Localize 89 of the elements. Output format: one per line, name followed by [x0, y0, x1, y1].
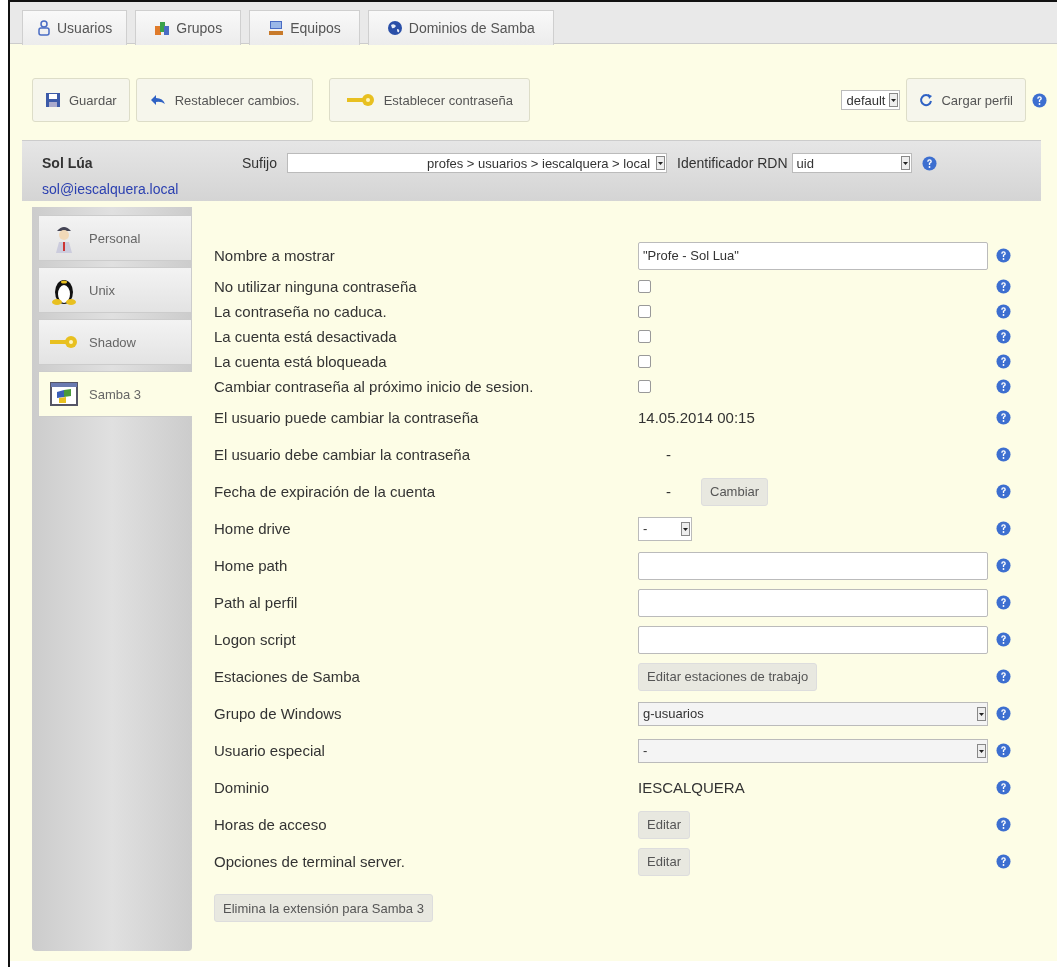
suffix-label: Sufijo: [242, 155, 278, 171]
help-icon[interactable]: [995, 854, 1011, 869]
help-icon[interactable]: [995, 354, 1011, 369]
edit-button[interactable]: Editar: [638, 810, 690, 839]
field-label: Dominio: [214, 779, 271, 796]
field-label: Estaciones de Samba: [214, 668, 361, 685]
checkbox[interactable]: [638, 280, 651, 293]
field-label: No utilizar ninguna contraseña: [214, 278, 418, 295]
help-icon[interactable]: [921, 155, 937, 171]
text-field[interactable]: [638, 551, 988, 580]
field-label: El usuario puede cambiar la contraseña: [214, 409, 480, 426]
dropdown-select[interactable]: g-usuarios: [638, 701, 988, 726]
text-field[interactable]: "Profe - Sol Lua": [638, 241, 988, 270]
group-icon: [154, 20, 171, 36]
field-label: La cuenta está bloqueada: [214, 353, 388, 370]
key-icon: [49, 335, 79, 349]
load-profile-button[interactable]: Cargar perfil: [906, 78, 1026, 122]
checkbox[interactable]: [638, 305, 651, 318]
window-icon: [50, 382, 78, 406]
help-icon[interactable]: [995, 817, 1011, 832]
field-label: La cuenta está desactivada: [214, 328, 398, 345]
change-button[interactable]: Cambiar: [701, 477, 769, 506]
globe-icon: [386, 20, 403, 36]
navigation-tab[interactable]: Usuarios: [22, 10, 128, 45]
help-icon[interactable]: [995, 279, 1011, 294]
help-icon[interactable]: [995, 706, 1011, 721]
navigation-tab[interactable]: Dominios de Samba: [367, 10, 554, 45]
computer-icon: [268, 20, 285, 36]
help-icon[interactable]: [995, 379, 1011, 394]
profile-select[interactable]: default: [841, 90, 901, 110]
field-label: Fecha de expiración de la cuenta: [214, 483, 436, 500]
toolbar-button[interactable]: Restablecer cambios.: [135, 78, 313, 122]
field-label: Usuario especial: [214, 742, 326, 759]
module-tab[interactable]: Unix: [38, 267, 192, 313]
user-name: Sol Lúa: [42, 155, 94, 171]
help-icon[interactable]: [995, 780, 1011, 795]
navigation-tab[interactable]: Equipos: [249, 10, 360, 45]
help-icon[interactable]: [995, 521, 1011, 536]
field-value: IESCALQUERA: [638, 779, 745, 796]
field-label: Nombre a mostrar: [214, 247, 336, 264]
field-label: Grupo de Windows: [214, 705, 343, 722]
field-label: Cambiar contraseña al próximo inicio de sesion.: [214, 378, 535, 395]
field-label: El usuario debe cambiar la contraseña: [214, 446, 471, 463]
help-icon[interactable]: [995, 304, 1011, 319]
checkbox[interactable]: [638, 330, 651, 343]
help-icon[interactable]: [995, 447, 1011, 462]
users-icon: [37, 20, 51, 36]
drive-select[interactable]: -: [638, 516, 692, 541]
suffix-select[interactable]: profes > usuarios > iescalquera > local: [287, 153, 668, 173]
help-icon[interactable]: [995, 669, 1011, 684]
field-value: 14.05.2014 00:15: [638, 409, 755, 426]
help-icon[interactable]: [1032, 92, 1047, 108]
field-label: Home path: [214, 557, 289, 574]
reload-icon: [919, 93, 934, 107]
field-label: Horas de acceso: [214, 816, 328, 833]
user-email: sol@iescalquera.local: [42, 181, 180, 197]
field-label: Opciones de terminal server.: [214, 853, 406, 870]
field-value: -: [666, 446, 671, 463]
remove-extension-button[interactable]: Elimina la extensión para Samba 3: [214, 894, 433, 922]
edit-button[interactable]: Editar: [638, 847, 690, 876]
help-icon[interactable]: [995, 595, 1011, 610]
checkbox[interactable]: [638, 355, 651, 368]
help-icon[interactable]: [995, 632, 1011, 647]
rdn-select[interactable]: uid: [791, 153, 912, 173]
dropdown-select[interactable]: -: [638, 738, 988, 763]
checkbox[interactable]: [638, 380, 651, 393]
module-tab[interactable]: Shadow: [38, 319, 192, 365]
text-field[interactable]: [638, 625, 988, 654]
field-label: Logon script: [214, 631, 297, 648]
help-icon[interactable]: [995, 410, 1011, 425]
help-icon[interactable]: [995, 248, 1011, 263]
help-icon[interactable]: [995, 743, 1011, 758]
module-tab[interactable]: Personal: [38, 215, 192, 261]
field-label: La contraseña no caduca.: [214, 303, 388, 320]
help-icon[interactable]: [995, 329, 1011, 344]
rdn-label: Identificador RDN: [677, 155, 788, 171]
navigation-tab[interactable]: Grupos: [135, 10, 242, 45]
save-icon: [45, 92, 61, 108]
key-icon: [345, 93, 376, 107]
help-icon[interactable]: [995, 484, 1011, 499]
edit-button[interactable]: Editar estaciones de trabajo: [638, 662, 818, 691]
field-label: Home drive: [214, 520, 292, 537]
field-value: -: [666, 483, 671, 500]
help-icon[interactable]: [995, 558, 1011, 573]
toolbar-button[interactable]: Establecer contraseña: [328, 78, 531, 122]
toolbar-button[interactable]: Guardar: [32, 78, 130, 122]
module-tab[interactable]: Samba 3: [38, 371, 192, 417]
text-field[interactable]: [638, 588, 988, 617]
field-label: Path al perfil: [214, 594, 299, 611]
